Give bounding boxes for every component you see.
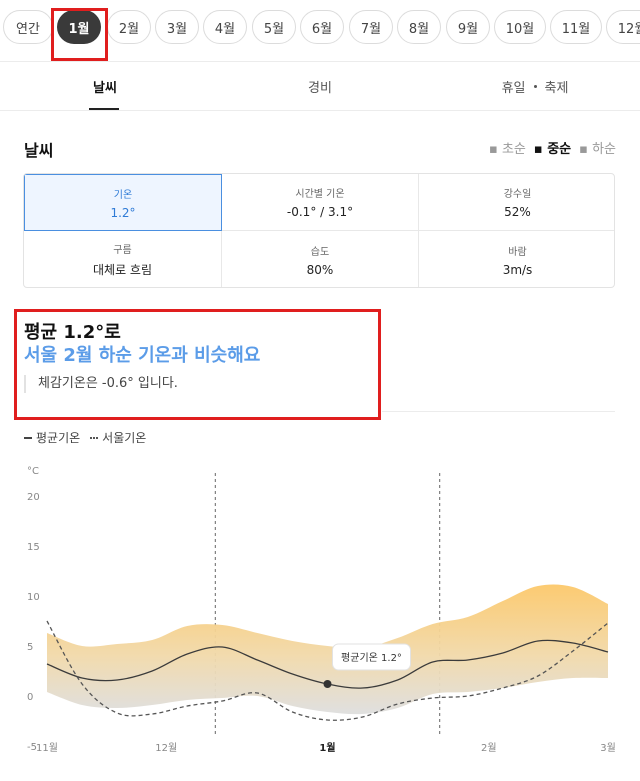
legend-seoul: 서울기온 — [90, 429, 146, 446]
tab-cost[interactable]: 경비 — [285, 62, 355, 110]
section-title: 날씨 — [24, 141, 54, 160]
stat-value: 52% — [504, 205, 531, 219]
stat-value: 80% — [306, 262, 334, 277]
weather-stats-grid: 기온 1.2° 시간별 기온 -0.1° / 3.1° 강수일 52% 구름 대… — [23, 173, 615, 288]
tab-festival-label: 축제 — [544, 80, 569, 96]
stat-value: 1.2° — [110, 205, 136, 220]
legend-avg: 평균기온 — [24, 429, 80, 446]
month-pill-7[interactable]: 7월 — [349, 10, 393, 44]
month-pill-3[interactable]: 3월 — [155, 10, 199, 44]
tab-holiday-festival[interactable]: 휴일 축제 — [480, 62, 590, 110]
month-pill-4[interactable]: 4월 — [203, 10, 247, 44]
period-mid-label: 중순 — [547, 142, 572, 157]
x-tick-label: 2월 — [481, 742, 497, 754]
stat-label: 구름 — [113, 245, 132, 256]
period-late-label: 하순 — [592, 142, 616, 157]
month-pill-10[interactable]: 10월 — [494, 10, 546, 44]
temperature-chart: °C2520151050-5 11월12월1월2월3월 평균기온 1.2° — [27, 466, 616, 754]
stat-label: 기온 — [113, 189, 133, 201]
y-axis-unit: °C — [27, 466, 39, 477]
month-pill-annual[interactable]: 연간 — [3, 10, 53, 44]
month-pill-1[interactable]: 1월 — [57, 10, 101, 44]
stat-temperature[interactable]: 기온 1.2° — [24, 174, 222, 231]
period-mid[interactable]: ▪ 중순 — [534, 138, 571, 157]
stat-value: -0.1° / 3.1° — [286, 205, 354, 219]
month-pill-11[interactable]: 11월 — [550, 10, 602, 44]
highlight-point — [323, 680, 332, 688]
period-early-label: 초순 — [501, 142, 526, 157]
tab-weather[interactable]: 날씨 — [70, 62, 140, 110]
y-tick-label: 15 — [27, 542, 40, 553]
x-tick-label: 3월 — [600, 742, 616, 754]
legend-dashed-swatch — [90, 436, 99, 439]
tab-bar: 날씨 경비 휴일 축제 — [0, 62, 640, 110]
tab-holiday-label: 휴일 — [501, 80, 526, 96]
summary-note: 체감기온은 -0.6° 입니다. — [24, 375, 178, 393]
y-tick-label: 5 — [27, 642, 33, 653]
stat-hourly-temp[interactable]: 시간별 기온 -0.1° / 3.1° — [222, 174, 419, 231]
stat-label: 시간별 기온 — [295, 189, 345, 200]
period-late[interactable]: ▪ 하순 — [579, 138, 616, 157]
stat-value: 3m/s — [502, 262, 533, 277]
month-pill-8[interactable]: 8월 — [397, 10, 441, 44]
legend-seoul-label: 서울기온 — [102, 431, 147, 445]
x-tick-label: 11월 — [36, 742, 58, 754]
tooltip-label: 평균기온 1.2° — [341, 652, 402, 664]
stat-humidity[interactable]: 습도 80% — [222, 231, 419, 287]
stat-rain-days[interactable]: 강수일 52% — [419, 174, 614, 231]
period-early[interactable]: ▪ 초순 — [489, 138, 526, 157]
y-tick-label: 0 — [27, 692, 33, 703]
y-tick-label: 20 — [27, 492, 40, 503]
divider — [382, 411, 615, 412]
stat-label: 강수일 — [503, 189, 532, 200]
month-pill-12[interactable]: 12월 — [606, 10, 640, 44]
x-tick-label: 12월 — [155, 742, 177, 754]
legend-solid-swatch — [24, 436, 32, 439]
legend-avg-label: 평균기온 — [36, 431, 81, 445]
month-pill-5[interactable]: 5월 — [252, 10, 296, 44]
month-pill-9[interactable]: 9월 — [446, 10, 490, 44]
stat-value: 대체로 흐림 — [92, 263, 152, 277]
dot-separator — [533, 84, 537, 88]
stat-label: 습도 — [310, 246, 330, 258]
month-selector: 연간 1월 2월 3월 4월 5월 6월 7월 8월 9월 10월 11월 12… — [0, 0, 640, 56]
y-tick-label: 10 — [27, 592, 40, 603]
chart-legend: 평균기온 서울기온 — [24, 429, 146, 446]
summary-subtitle: 서울 2월 하순 기온과 비슷해요 — [24, 345, 261, 366]
period-selector: ▪ 초순 ▪ 중순 ▪ 하순 — [489, 138, 616, 157]
divider — [0, 110, 640, 111]
stat-cloud[interactable]: 구름 대체로 흐림 — [24, 231, 222, 287]
x-tick-label: 1월 — [319, 742, 335, 754]
month-pill-6[interactable]: 6월 — [300, 10, 344, 44]
stat-label: 바람 — [508, 246, 527, 258]
temperature-range-band — [47, 584, 608, 715]
stat-wind[interactable]: 바람 3m/s — [419, 231, 614, 287]
month-pill-2[interactable]: 2월 — [107, 10, 151, 44]
